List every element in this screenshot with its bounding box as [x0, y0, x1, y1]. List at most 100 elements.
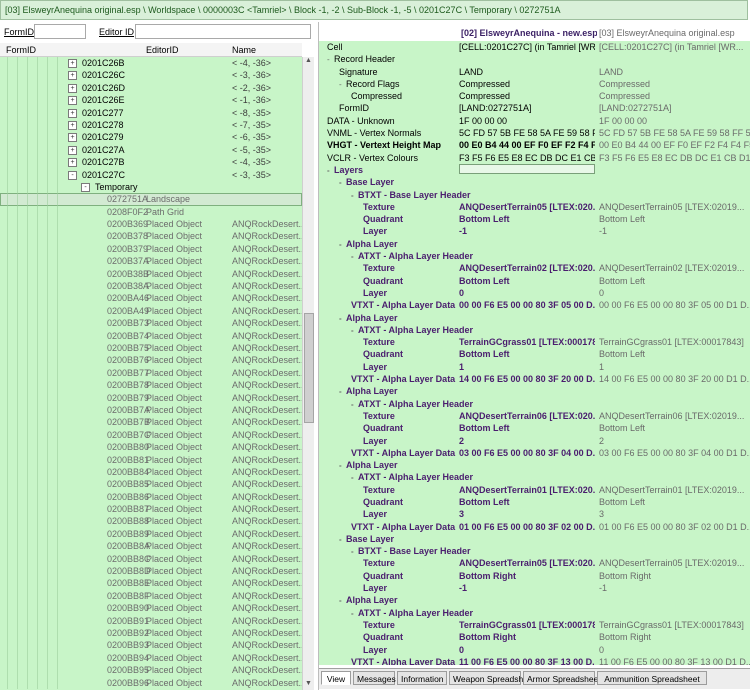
- editorid-filter-input[interactable]: [135, 24, 311, 39]
- new-esp-value-cell[interactable]: Bottom Left: [459, 275, 595, 287]
- tree-row[interactable]: 0272751A Landscape: [0, 193, 302, 206]
- new-esp-value-cell[interactable]: ANQDesertTerrain05 [LTEX:020...: [459, 557, 595, 569]
- new-esp-value-cell[interactable]: LAND: [459, 66, 595, 78]
- tree-row[interactable]: 0208F0F2 Path Grid: [0, 205, 302, 219]
- scroll-up-arrow-icon[interactable]: ▲: [304, 57, 313, 67]
- new-esp-value-cell[interactable]: 2: [459, 435, 595, 447]
- new-esp-value-cell[interactable]: ANQDesertTerrain01 [LTEX:020...: [459, 484, 595, 496]
- view-row[interactable]: VTXT - Alpha Layer Data 11 00 F6 E5 00 00…: [319, 656, 750, 665]
- tree-row[interactable]: 0200B37A Placed Object ANQRockDesert...: [0, 255, 302, 268]
- tree-row[interactable]: 0200BB77 Placed Object ANQRockDesert...: [0, 366, 302, 380]
- view-row[interactable]: Quadrant Bottom Left Bottom Left: [319, 275, 750, 287]
- new-esp-value-cell[interactable]: 14 00 F6 E5 00 00 80 3F 20 00 D...: [459, 373, 595, 385]
- view-row[interactable]: VHGT - Vertext Height Map 00 E0 B4 44 00 …: [319, 139, 750, 151]
- view-row[interactable]: VNML - Vertex Normals 5C FD 57 5B FE 58 5…: [319, 127, 750, 139]
- scroll-down-arrow-icon[interactable]: ▼: [304, 680, 313, 690]
- new-esp-value-cell[interactable]: Compressed: [459, 78, 595, 90]
- tree-row[interactable]: 0200BB93 Placed Object ANQRockDesert...: [0, 639, 302, 652]
- tree-row[interactable]: -0201C27C < -3, -35>: [0, 168, 302, 181]
- column-header-original-esp[interactable]: [03] ElsweyrAnequina original.esp: [599, 28, 749, 38]
- view-row[interactable]: Layer -1 -1: [319, 225, 750, 237]
- tree-row[interactable]: 0200B38B Placed Object ANQRockDesert...: [0, 267, 302, 281]
- view-row[interactable]: Quadrant Bottom Right Bottom Right: [319, 631, 750, 643]
- view-row[interactable]: VTXT - Alpha Layer Data 14 00 F6 E5 00 00…: [319, 373, 750, 385]
- tree-row[interactable]: 0200BB74 Placed Object ANQRockDesert...: [0, 329, 302, 342]
- view-row[interactable]: - ATXT - Alpha Layer Header: [319, 250, 750, 262]
- view-row[interactable]: Layer 1 1: [319, 361, 750, 373]
- collapse-icon[interactable]: -: [81, 182, 90, 192]
- tree-scrollbar[interactable]: ▲ ▼: [302, 57, 314, 690]
- view-row[interactable]: Texture TerrainGCgrass01 [LTEX:000178... T…: [319, 619, 750, 631]
- view-row[interactable]: - ATXT - Alpha Layer Header: [319, 607, 750, 619]
- tree-row[interactable]: 0200BB90 Placed Object ANQRockDesert...: [0, 602, 302, 615]
- new-esp-value-cell[interactable]: ANQDesertTerrain05 [LTEX:020...: [459, 201, 595, 213]
- tree-row[interactable]: 0200BB96 Placed Object ANQRockDesert...: [0, 676, 302, 689]
- new-esp-value-cell[interactable]: [459, 163, 595, 174]
- view-row[interactable]: Texture ANQDesertTerrain01 [LTEX:020... AN…: [319, 484, 750, 496]
- tree-row[interactable]: +0201C277 < -8, -35>: [0, 106, 302, 119]
- view-row[interactable]: DATA - Unknown 1F 00 00 00 1F 00 00 00: [319, 115, 750, 127]
- view-row[interactable]: - BTXT - Base Layer Header: [319, 545, 750, 557]
- view-row[interactable]: Layer 0 0: [319, 287, 750, 299]
- tree-row[interactable]: 0200BB7A Placed Object ANQRockDesert...: [0, 403, 302, 417]
- tree-row[interactable]: 0200BB91 Placed Object ANQRockDesert...: [0, 614, 302, 627]
- new-esp-value-cell[interactable]: 00 E0 B4 44 00 EF F0 EF F2 F4 F4...: [459, 139, 595, 151]
- tree-row[interactable]: 0200B379 Placed Object ANQRockDesert...: [0, 242, 302, 256]
- tree-row[interactable]: 0200BB85 Placed Object ANQRockDesert...: [0, 478, 302, 491]
- tree-row[interactable]: 0200BB7B Placed Object ANQRockDesert...: [0, 416, 302, 429]
- view-row[interactable]: Texture ANQDesertTerrain05 [LTEX:020... AN…: [319, 201, 750, 213]
- tree-row[interactable]: 0200BB94 Placed Object ANQRockDesert...: [0, 651, 302, 665]
- view-row[interactable]: - Base Layer: [319, 533, 750, 545]
- tree-row[interactable]: 0200BB92 Placed Object ANQRockDesert...: [0, 626, 302, 640]
- new-esp-value-cell[interactable]: 3: [459, 508, 595, 520]
- tree-row[interactable]: 0200B369 Placed Object ANQRockDesert...: [0, 218, 302, 231]
- new-esp-value-cell[interactable]: F3 F5 F6 E5 E8 EC DB DC E1 CB D1 ...: [459, 152, 595, 164]
- expand-icon[interactable]: +: [68, 83, 77, 93]
- new-esp-value-cell[interactable]: Bottom Left: [459, 348, 595, 360]
- tree-row[interactable]: 0200BB8F Placed Object ANQRockDesert...: [0, 589, 302, 603]
- tab-messages[interactable]: Messages: [353, 671, 396, 685]
- tree-row[interactable]: +0201C26C < -3, -36>: [0, 69, 302, 82]
- new-esp-value-cell[interactable]: TerrainGCgrass01 [LTEX:000178...: [459, 619, 595, 631]
- new-esp-value-cell[interactable]: Bottom Left: [459, 422, 595, 434]
- new-esp-value-cell[interactable]: -1: [459, 582, 595, 594]
- tab-ammunition-spreadsheet[interactable]: Ammunition Spreadsheet: [597, 671, 707, 685]
- expand-icon[interactable]: +: [68, 108, 77, 118]
- tree-row[interactable]: 0200BB81 Placed Object ANQRockDesert...: [0, 453, 302, 466]
- view-row[interactable]: Layer 2 2: [319, 435, 750, 447]
- view-row[interactable]: Texture ANQDesertTerrain06 [LTEX:020... AN…: [319, 410, 750, 422]
- tree-row[interactable]: +0201C26B < -4, -36>: [0, 57, 302, 70]
- view-row[interactable]: Quadrant Bottom Left Bottom Left: [319, 496, 750, 508]
- tree-row[interactable]: +0201C27B < -4, -35>: [0, 156, 302, 169]
- expand-icon[interactable]: +: [68, 96, 77, 106]
- expand-icon[interactable]: +: [68, 71, 77, 81]
- new-esp-value-cell[interactable]: -1: [459, 225, 595, 237]
- view-row[interactable]: Quadrant Bottom Left Bottom Left: [319, 348, 750, 360]
- tab-weapon-spreadsheet[interactable]: Weapon Spreadsheet: [449, 671, 535, 685]
- tree-row[interactable]: 0200BB84 Placed Object ANQRockDesert...: [0, 465, 302, 479]
- view-row[interactable]: - ATXT - Alpha Layer Header: [319, 471, 750, 483]
- view-row[interactable]: FormID [LAND:0272751A] [LAND:0272751A]: [319, 102, 750, 114]
- tree-row[interactable]: 0200BA49 Placed Object ANQRockDesert...: [0, 304, 302, 318]
- tree-row[interactable]: 0200BB8C Placed Object ANQRockDesert...: [0, 552, 302, 566]
- new-esp-value-cell[interactable]: 0: [459, 287, 595, 299]
- view-row[interactable]: Texture ANQDesertTerrain05 [LTEX:020... AN…: [319, 557, 750, 569]
- view-row[interactable]: VTXT - Alpha Layer Data 00 00 F6 E5 00 00…: [319, 299, 750, 311]
- view-row[interactable]: - ATXT - Alpha Layer Header: [319, 398, 750, 410]
- view-row[interactable]: - Alpha Layer: [319, 594, 750, 606]
- view-row[interactable]: VTXT - Alpha Layer Data 03 00 F6 E5 00 00…: [319, 447, 750, 459]
- new-esp-value-cell[interactable]: 0: [459, 644, 595, 656]
- view-row[interactable]: Quadrant Bottom Left Bottom Left: [319, 422, 750, 434]
- tree-row[interactable]: 0200BB80 Placed Object ANQRockDesert...: [0, 441, 302, 454]
- view-row[interactable]: - ATXT - Alpha Layer Header: [319, 324, 750, 336]
- new-esp-value-cell[interactable]: Bottom Left: [459, 496, 595, 508]
- new-esp-value-cell[interactable]: [LAND:0272751A]: [459, 102, 595, 114]
- tree-row[interactable]: 0200BB88 Placed Object ANQRockDesert...: [0, 515, 302, 528]
- tab-information[interactable]: Information: [397, 671, 447, 685]
- view-row[interactable]: Cell [CELL:0201C27C] (in Tamriel [WR... [C…: [319, 41, 750, 53]
- tree-row[interactable]: 0200BB7C Placed Object ANQRockDesert...: [0, 428, 302, 442]
- new-esp-value-cell[interactable]: Bottom Left: [459, 213, 595, 225]
- view-row[interactable]: Compressed Compressed Compressed: [319, 90, 750, 102]
- tree-row[interactable]: 0200BB73 Placed Object ANQRockDesert...: [0, 317, 302, 330]
- tree-row[interactable]: 0200B38A Placed Object ANQRockDesert...: [0, 280, 302, 293]
